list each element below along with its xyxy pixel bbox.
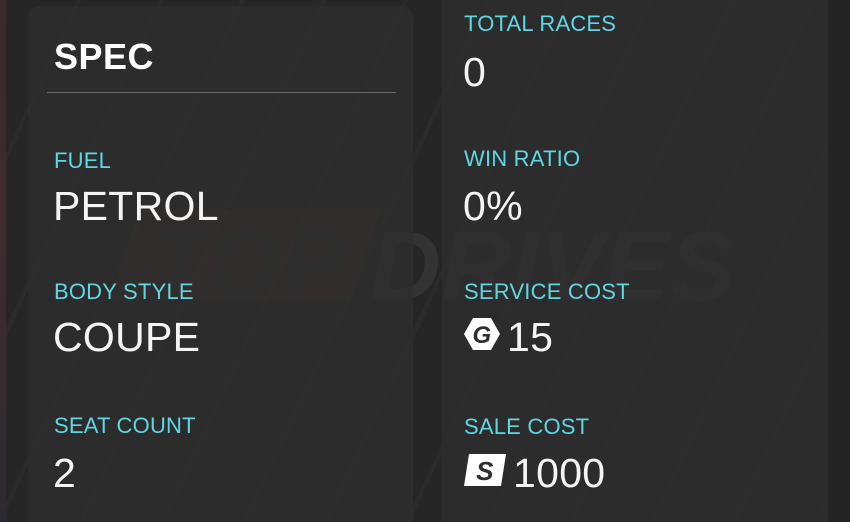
fuel-value: PETROL	[53, 183, 219, 229]
car-spec-screen: TOP DRIVES SPEC FUEL PETROL BODY STYLE C…	[0, 0, 850, 522]
body-style-value: COUPE	[53, 314, 201, 360]
gold-coin-g-icon: G	[463, 314, 501, 361]
left-edge-accent	[0, 0, 6, 522]
service-cost-label: SERVICE COST	[464, 279, 630, 304]
spec-divider	[47, 92, 396, 93]
body-style-label: BODY STYLE	[54, 279, 194, 304]
seat-count-value: 2	[53, 450, 77, 496]
win-ratio-value: 0%	[463, 183, 523, 229]
service-cost-row: G 15	[463, 314, 553, 364]
cash-s-icon: S	[463, 450, 507, 497]
svg-text:G: G	[473, 322, 492, 349]
fuel-label: FUEL	[54, 148, 112, 173]
spec-title: SPEC	[54, 36, 155, 77]
right-edge-bar	[828, 0, 850, 522]
svg-text:S: S	[476, 456, 494, 486]
seat-count-label: SEAT COUNT	[54, 413, 196, 438]
service-cost-value: 15	[507, 314, 554, 360]
win-ratio-label: WIN RATIO	[464, 146, 581, 171]
sale-cost-value: 1000	[513, 450, 606, 496]
total-races-label: TOTAL RACES	[464, 11, 617, 36]
total-races-value: 0	[463, 49, 487, 95]
stats-panel	[442, 0, 828, 522]
sale-cost-row: S 1000	[463, 450, 605, 500]
spec-panel	[28, 6, 413, 522]
sale-cost-label: SALE COST	[464, 414, 590, 439]
